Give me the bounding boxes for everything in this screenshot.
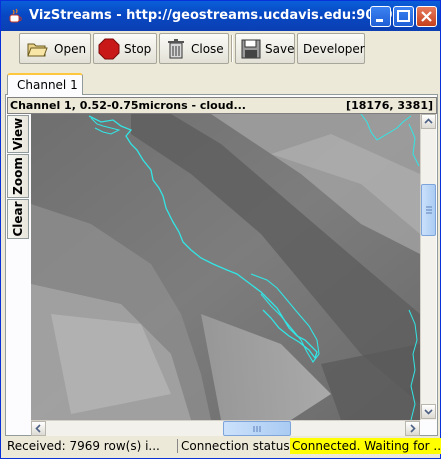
side-tab-view[interactable]: View — [7, 115, 29, 153]
channel-title: Channel 1, 0.52-0.75microns - cloud... — [10, 99, 246, 112]
vertical-scrollbar[interactable] — [420, 114, 436, 420]
chevron-left-icon — [35, 424, 41, 433]
status-bar: Received: 7969 row(s) i... Connection st… — [5, 437, 441, 457]
status-divider — [177, 439, 178, 453]
minimize-button[interactable] — [370, 6, 391, 27]
vertical-scroll-thumb[interactable] — [421, 184, 436, 236]
horizontal-scrollbar[interactable] — [31, 420, 420, 436]
trash-icon — [168, 39, 184, 59]
floppy-disk-icon — [241, 39, 261, 59]
maximize-icon — [397, 10, 410, 22]
horizontal-scroll-thumb[interactable] — [223, 421, 291, 436]
tab-channel-1[interactable]: Channel 1 — [7, 73, 83, 95]
title-bar[interactable]: VizStreams - http://geostreams.ucdavis.e… — [1, 1, 440, 31]
connection-status-label: Connection status: — [181, 439, 294, 453]
side-tab-label: Zoom — [11, 157, 25, 195]
scroll-up-button[interactable] — [421, 114, 436, 129]
side-tab-label: Clear — [11, 201, 25, 237]
chevron-right-icon — [410, 424, 416, 433]
java-cup-icon — [9, 8, 22, 23]
side-tab-label: View — [11, 117, 25, 151]
maximize-button[interactable] — [393, 6, 414, 27]
close-button[interactable]: Close — [159, 33, 229, 64]
app-window: VizStreams - http://geostreams.ucdavis.e… — [0, 0, 441, 459]
open-button[interactable]: Open — [19, 33, 91, 64]
connection-status-value: Connected. Waiting for ... — [290, 438, 441, 454]
grip-icon — [253, 426, 261, 432]
stop-button[interactable]: Stop — [93, 33, 157, 64]
side-tab-clear[interactable]: Clear — [7, 199, 29, 239]
scroll-left-button[interactable] — [31, 421, 46, 436]
stop-label: Stop — [124, 42, 152, 56]
tab-label: Channel 1 — [17, 78, 78, 92]
side-tab-zoom[interactable]: Zoom — [7, 154, 29, 198]
stop-sign-icon — [98, 38, 120, 60]
chevron-up-icon — [424, 118, 433, 124]
grip-icon — [426, 206, 432, 214]
minimize-icon — [376, 19, 383, 22]
cursor-coordinates: [18176, 3381] — [346, 99, 433, 112]
save-button[interactable]: Save — [235, 33, 295, 64]
folder-open-icon — [27, 43, 48, 57]
channel-header: Channel 1, 0.52-0.75microns - cloud... [… — [7, 97, 437, 114]
satellite-image-view[interactable] — [31, 114, 420, 420]
developer-button[interactable]: Developer — [297, 33, 365, 64]
close-icon — [421, 11, 432, 22]
chevron-down-icon — [424, 409, 433, 415]
window-title: VizStreams - http://geostreams.ucdavis.e… — [29, 8, 393, 23]
toolbar: Open Stop Close Save Developer — [5, 31, 436, 67]
close-label: Close — [191, 42, 224, 56]
close-window-button[interactable] — [416, 6, 437, 27]
toolbar-separator — [231, 35, 233, 62]
save-label: Save — [265, 42, 295, 56]
developer-label: Developer — [303, 42, 365, 56]
scroll-right-button[interactable] — [405, 421, 420, 436]
satellite-image[interactable] — [31, 114, 420, 420]
received-status: Received: 7969 row(s) i... — [7, 439, 160, 453]
open-label: Open — [54, 42, 87, 56]
scroll-down-button[interactable] — [421, 404, 436, 419]
